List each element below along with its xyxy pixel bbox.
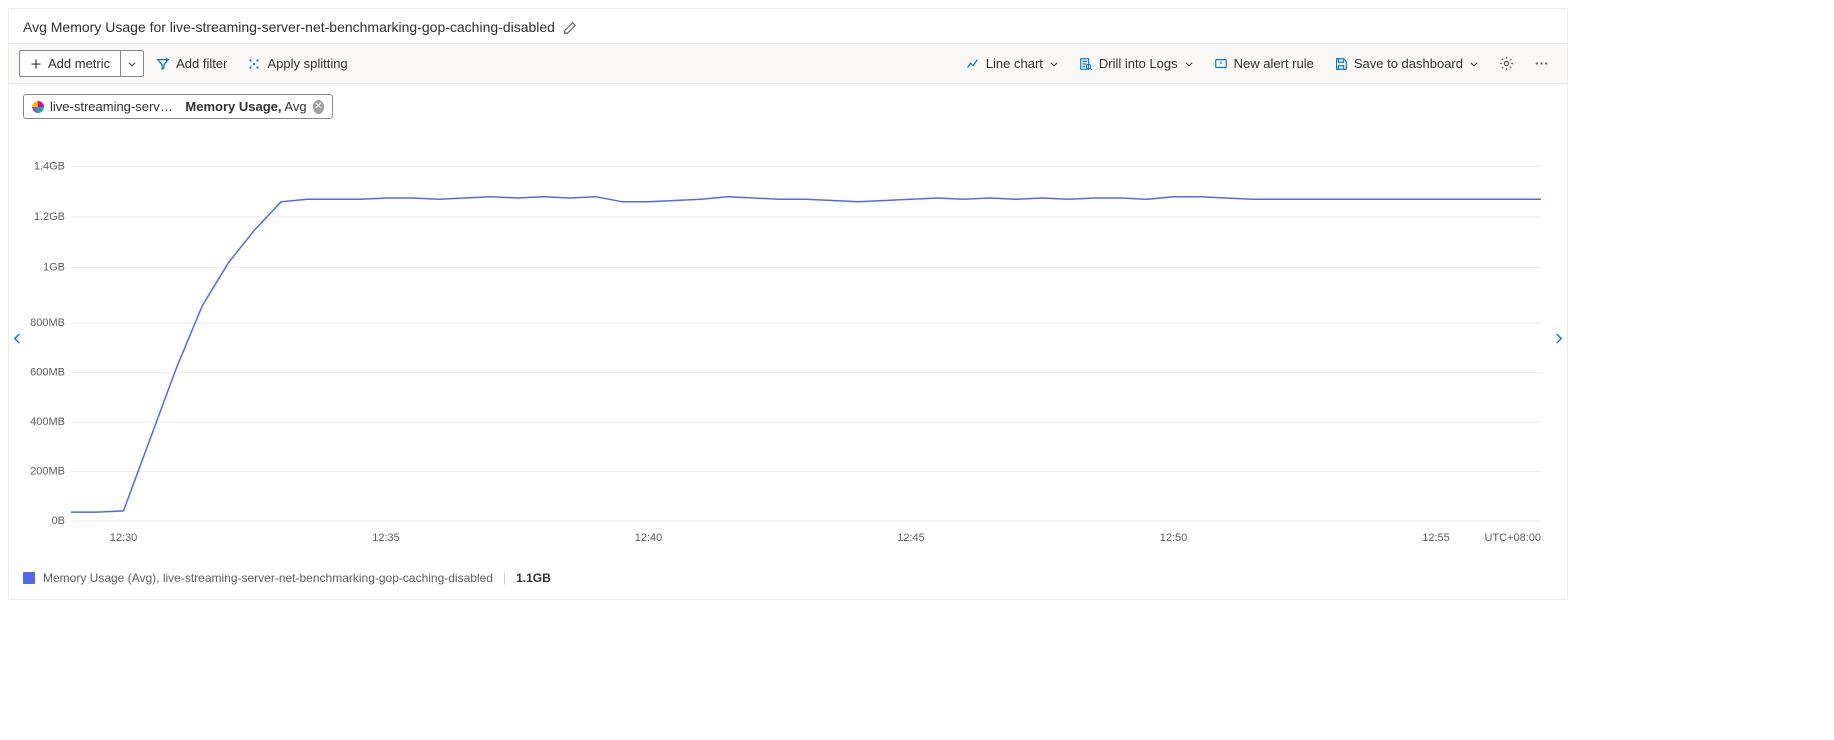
- toolbar-right: Line chart Drill into Logs New alert rul…: [958, 51, 1557, 76]
- svg-text:12:55: 12:55: [1422, 532, 1450, 544]
- svg-text:UTC+08:00: UTC+08:00: [1484, 532, 1541, 544]
- svg-text:400MB: 400MB: [30, 416, 65, 428]
- svg-text:1.2GB: 1.2GB: [34, 211, 65, 223]
- chip-metric-label: Memory Usage, Avg: [185, 99, 306, 114]
- svg-text:12:40: 12:40: [635, 532, 663, 544]
- chip-resource-label: live-streaming-server-net-...: [50, 99, 179, 114]
- apply-splitting-button[interactable]: Apply splitting: [239, 51, 355, 76]
- add-metric-dropdown[interactable]: [120, 50, 144, 77]
- new-alert-label: New alert rule: [1234, 56, 1314, 71]
- save-to-dashboard-dropdown[interactable]: Save to dashboard: [1326, 51, 1487, 76]
- add-filter-label: Add filter: [176, 56, 227, 71]
- svg-text:1.4GB: 1.4GB: [34, 160, 65, 172]
- add-metric-button[interactable]: Add metric: [19, 50, 120, 77]
- add-metric-split: Add metric: [19, 50, 144, 77]
- svg-text:200MB: 200MB: [30, 466, 65, 478]
- page-title: Avg Memory Usage for live-streaming-serv…: [23, 19, 555, 35]
- svg-text:800MB: 800MB: [30, 317, 65, 329]
- new-alert-rule-button[interactable]: New alert rule: [1206, 51, 1322, 76]
- legend-value: 1.1GB: [516, 571, 551, 585]
- legend-swatch: [23, 572, 35, 584]
- chart-area: 0B 200MB 400MB 600MB 800MB 1GB 1.2GB 1.4GB 12:30…: [9, 119, 1567, 563]
- svg-text:12:30: 12:30: [110, 532, 138, 544]
- resource-icon: [32, 101, 44, 113]
- metric-chip[interactable]: live-streaming-server-net-... Memory Usa…: [23, 94, 333, 119]
- metric-chip-row: live-streaming-server-net-... Memory Usa…: [9, 84, 1567, 119]
- edit-title-icon[interactable]: [563, 19, 577, 35]
- svg-text:600MB: 600MB: [30, 367, 65, 379]
- drill-logs-label: Drill into Logs: [1099, 56, 1178, 71]
- metrics-panel: Avg Memory Usage for live-streaming-serv…: [8, 8, 1568, 600]
- toolbar: Add metric Add filter Apply splitting: [9, 43, 1567, 84]
- svg-text:12:50: 12:50: [1160, 532, 1188, 544]
- title-row: Avg Memory Usage for live-streaming-serv…: [9, 9, 1567, 43]
- chip-remove-icon[interactable]: ✕: [313, 100, 324, 114]
- svg-text:12:45: 12:45: [897, 532, 925, 544]
- drill-into-logs-dropdown[interactable]: Drill into Logs: [1071, 51, 1202, 76]
- chart-type-label: Line chart: [986, 56, 1043, 71]
- time-nav-next[interactable]: [1547, 325, 1571, 358]
- line-chart[interactable]: 0B 200MB 400MB 600MB 800MB 1GB 1.2GB 1.4GB 12:30…: [23, 129, 1553, 549]
- svg-text:1GB: 1GB: [43, 262, 65, 274]
- svg-text:12:35: 12:35: [372, 532, 400, 544]
- toolbar-left: Add metric Add filter Apply splitting: [19, 50, 356, 77]
- save-dashboard-label: Save to dashboard: [1354, 56, 1463, 71]
- add-filter-button[interactable]: Add filter: [148, 51, 235, 76]
- legend-label: Memory Usage (Avg), live-streaming-serve…: [43, 571, 493, 585]
- chart-type-dropdown[interactable]: Line chart: [958, 51, 1067, 76]
- settings-button[interactable]: [1491, 51, 1522, 76]
- legend: Memory Usage (Avg), live-streaming-serve…: [9, 563, 1567, 599]
- more-button[interactable]: [1526, 51, 1557, 76]
- svg-text:0B: 0B: [52, 515, 65, 527]
- add-metric-label: Add metric: [48, 56, 110, 71]
- apply-splitting-label: Apply splitting: [267, 56, 347, 71]
- time-nav-prev[interactable]: [5, 325, 29, 358]
